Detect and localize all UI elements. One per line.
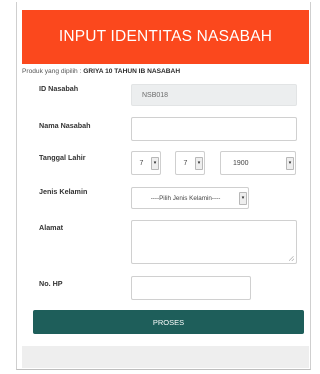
product-label: Produk yang dipilih : — [22, 68, 82, 75]
birth-day-value: 7 — [139, 159, 144, 167]
jenis-kelamin-value: ----Pilih Jenis Kelamin---- — [150, 194, 221, 202]
birth-year-value: 1900 — [233, 159, 249, 167]
no-hp-input[interactable] — [131, 276, 251, 300]
proses-button[interactable]: PROSES — [33, 310, 304, 334]
caret-down-icon: ▾ — [151, 156, 159, 170]
id-nasabah-value: NSB018 — [142, 91, 169, 99]
product-value: GRIYA 10 TAHUN IB NASABAH — [83, 68, 181, 75]
alamat-textarea[interactable] — [131, 220, 297, 264]
tanggal-lahir-label: Tanggal Lahir — [39, 153, 86, 162]
caret-down-icon: ▾ — [239, 191, 247, 205]
birth-month-value: 7 — [183, 159, 188, 167]
caret-down-icon: ▾ — [286, 156, 294, 170]
resize-grip-icon[interactable] — [289, 256, 294, 261]
jenis-kelamin-label: Jenis Kelamin — [39, 187, 88, 196]
birth-day-select[interactable]: 7 ▾ — [131, 151, 161, 175]
jenis-kelamin-select[interactable]: ----Pilih Jenis Kelamin---- ▾ — [131, 187, 249, 209]
no-hp-label: No. HP — [39, 279, 63, 288]
page-title: INPUT IDENTITAS NASABAH — [58, 28, 273, 45]
alamat-label: Alamat — [39, 223, 63, 232]
id-nasabah-field: NSB018 — [131, 84, 297, 106]
caret-down-icon: ▾ — [195, 156, 203, 170]
id-nasabah-label: ID Nasabah — [39, 84, 79, 93]
nama-nasabah-input[interactable] — [131, 117, 297, 141]
panel-footer — [22, 346, 309, 368]
nama-nasabah-label: Nama Nasabah — [39, 121, 91, 130]
selected-product: Produk yang dipilih : GRIYA 10 TAHUN IB … — [22, 68, 180, 75]
birth-year-select[interactable]: 1900 ▾ — [220, 151, 296, 175]
page-header: INPUT IDENTITAS NASABAH — [22, 10, 309, 64]
birth-month-select[interactable]: 7 ▾ — [175, 151, 205, 175]
